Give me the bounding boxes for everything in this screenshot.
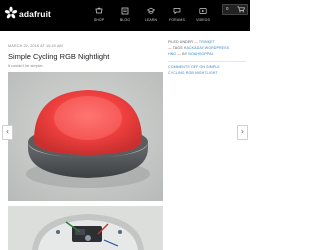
logo-wordmark: adafruit	[19, 9, 51, 19]
nav-blog-label: BLOG	[119, 18, 131, 22]
videos-icon	[199, 8, 207, 14]
author-link[interactable]: NOAHSOPPAL	[188, 52, 214, 56]
nav-shop[interactable]: SHOP	[92, 7, 106, 27]
tags-row: — TAGS HACKADAY.WORDPRESS	[168, 46, 230, 50]
forums-icon	[173, 8, 181, 15]
nav-shop-label: SHOP	[93, 18, 105, 22]
tags-link[interactable]: HACKADAY.WORDPRESS	[184, 46, 229, 50]
nightlight-internals-photo-image	[8, 206, 163, 250]
shop-icon	[95, 7, 103, 14]
next-slide-button[interactable]: ›	[237, 125, 248, 140]
prev-slide-button[interactable]: ‹	[2, 125, 13, 140]
nightlight-internals-photo[interactable]	[8, 206, 163, 250]
learn-icon	[147, 7, 155, 14]
tags-label: TAGS	[172, 46, 183, 50]
filed-under-link[interactable]: TRINKET	[199, 40, 215, 44]
article-subtitle: It couldn't be simpler.	[8, 64, 44, 68]
chevron-right-icon: ›	[240, 127, 245, 136]
author-row: HNG — BY NOAHSOPPAL	[168, 52, 214, 56]
main-nav: SHOP BLOG LEARN FORUMS VIDEOS	[92, 7, 222, 27]
sidebar-divider	[168, 61, 246, 62]
article-title[interactable]: Simple Cycling RGB Nightlight	[8, 52, 109, 61]
tags-link-2[interactable]: HNG	[168, 52, 176, 56]
comments-link-line-2[interactable]: CYCLING RGB NIGHTLIGHT	[168, 71, 218, 75]
filed-under-row: FILED UNDER — TRINKET	[168, 40, 215, 44]
nav-videos[interactable]: VIDEOS	[196, 7, 210, 27]
nav-learn-label: LEARN	[144, 18, 158, 22]
nightlight-photo[interactable]	[8, 72, 163, 201]
nav-blog[interactable]: BLOG	[118, 7, 132, 27]
nav-learn[interactable]: LEARN	[144, 7, 158, 27]
cart-count: 0	[226, 6, 229, 11]
nightlight-photo-image	[8, 72, 163, 201]
nav-forums-label: FORUMS	[169, 18, 185, 22]
article-date: MARCH 22, 2016 AT 10:40 AM	[8, 44, 63, 48]
chevron-left-icon: ‹	[5, 127, 10, 136]
by-label: BY	[182, 52, 188, 56]
cart-icon	[237, 6, 245, 13]
site-header: adafruit SHOP BLOG LEARN FORUMS VIDEOS 0	[0, 0, 250, 31]
nav-forums[interactable]: FORUMS	[169, 7, 185, 27]
adafruit-logo[interactable]: adafruit	[4, 6, 58, 22]
blog-icon	[121, 7, 129, 15]
cart-button[interactable]: 0	[222, 4, 248, 15]
nav-videos-label: VIDEOS	[196, 18, 210, 22]
flower-logo-icon	[4, 6, 18, 19]
comments-link-line-1[interactable]: COMMENTS OFF ON SIMPLE	[168, 65, 220, 69]
filed-under-label: FILED UNDER	[168, 40, 194, 44]
